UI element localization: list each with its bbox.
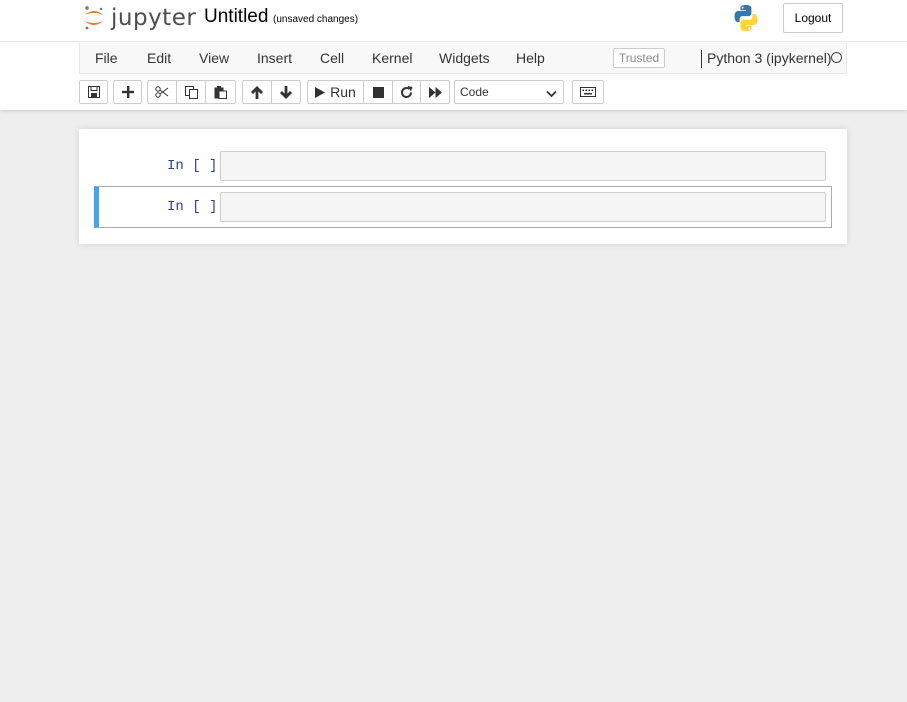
insert-cell-button[interactable] bbox=[113, 80, 142, 104]
interrupt-button[interactable] bbox=[363, 80, 393, 104]
cell-type-select[interactable]: Code bbox=[454, 80, 564, 104]
copy-button[interactable] bbox=[176, 80, 206, 104]
toolbar: Run Code bbox=[79, 80, 847, 104]
save-icon bbox=[87, 86, 100, 98]
jupyter-logo-icon bbox=[83, 4, 105, 32]
fast-forward-icon bbox=[428, 86, 442, 98]
run-label: Run bbox=[330, 84, 356, 100]
restart-icon bbox=[400, 85, 413, 99]
menu-view[interactable]: View bbox=[199, 50, 229, 66]
menubar: File Edit View Insert Cell Kernel Widget… bbox=[79, 43, 847, 74]
code-cell-selected[interactable]: In [ ]: bbox=[94, 186, 832, 228]
menu-widgets[interactable]: Widgets bbox=[439, 50, 490, 66]
arrow-down-icon bbox=[280, 85, 292, 99]
input-prompt: In [ ]: bbox=[167, 199, 226, 215]
save-button[interactable] bbox=[79, 80, 108, 104]
command-palette-button[interactable] bbox=[572, 80, 604, 104]
stop-icon bbox=[372, 86, 384, 98]
python-logo-icon bbox=[732, 4, 760, 32]
kernel-name[interactable]: Python 3 (ipykernel) bbox=[707, 50, 832, 66]
copy-icon bbox=[184, 85, 198, 99]
paste-button[interactable] bbox=[205, 80, 236, 104]
notebook-container: In [ ]: In [ ]: bbox=[79, 129, 847, 244]
code-input[interactable] bbox=[220, 192, 826, 222]
code-cell[interactable]: In [ ]: bbox=[94, 145, 832, 187]
code-input[interactable] bbox=[220, 151, 826, 181]
menu-insert[interactable]: Insert bbox=[257, 50, 292, 66]
trusted-indicator[interactable]: Trusted bbox=[613, 48, 665, 68]
logout-button[interactable]: Logout bbox=[783, 3, 843, 33]
kernel-status-icon bbox=[831, 52, 842, 63]
play-icon bbox=[315, 86, 326, 98]
menu-cell[interactable]: Cell bbox=[320, 50, 344, 66]
keyboard-icon bbox=[580, 87, 596, 97]
cut-icon bbox=[155, 86, 169, 98]
move-down-button[interactable] bbox=[271, 80, 301, 104]
header-top: jupyter Untitled (unsaved changes) Logou… bbox=[0, 0, 907, 42]
paste-icon bbox=[214, 85, 227, 99]
run-all-button[interactable] bbox=[420, 80, 450, 104]
input-prompt: In [ ]: bbox=[167, 158, 226, 174]
run-button[interactable]: Run bbox=[307, 80, 364, 104]
move-up-button[interactable] bbox=[242, 80, 272, 104]
menu-help[interactable]: Help bbox=[516, 50, 545, 66]
chevron-down-icon bbox=[546, 87, 557, 101]
kernel-separator bbox=[701, 50, 702, 68]
menu-edit[interactable]: Edit bbox=[147, 50, 171, 66]
logo-text: jupyter bbox=[111, 5, 197, 31]
cut-button[interactable] bbox=[147, 80, 177, 104]
cell-type-value: Code bbox=[460, 85, 489, 99]
save-status: (unsaved changes) bbox=[273, 14, 359, 25]
jupyter-logo[interactable]: jupyter bbox=[83, 3, 196, 33]
header: jupyter Untitled (unsaved changes) Logou… bbox=[0, 0, 907, 110]
menu-kernel[interactable]: Kernel bbox=[372, 50, 412, 66]
restart-button[interactable] bbox=[392, 80, 421, 104]
notebook-title[interactable]: Untitled bbox=[204, 6, 268, 28]
plus-icon bbox=[121, 86, 134, 98]
arrow-up-icon bbox=[251, 85, 263, 99]
menu-file[interactable]: File bbox=[95, 50, 118, 66]
